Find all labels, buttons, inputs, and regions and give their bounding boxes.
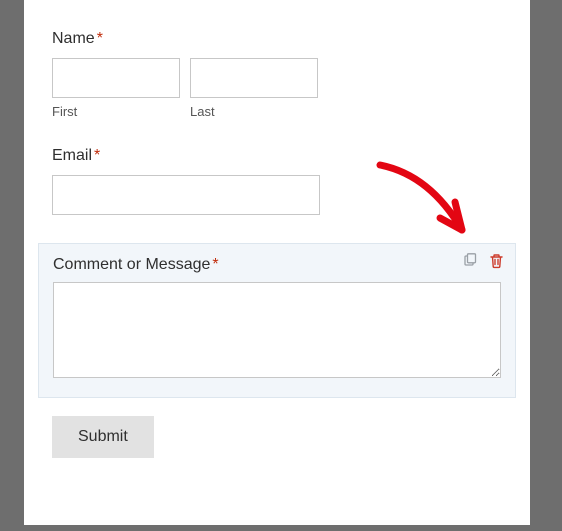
email-field: Email*: [52, 147, 502, 215]
last-sublabel: Last: [190, 104, 318, 119]
first-name-input[interactable]: [52, 58, 180, 98]
first-sublabel: First: [52, 104, 180, 119]
name-field: Name* First Last: [52, 30, 502, 119]
field-actions: [461, 252, 505, 270]
comment-required-mark: *: [212, 256, 218, 273]
name-label-text: Name: [52, 30, 95, 47]
first-name-col: First: [52, 58, 180, 119]
last-name-col: Last: [190, 58, 318, 119]
form-panel: Name* First Last Email*: [24, 0, 530, 525]
email-label: Email*: [52, 147, 502, 165]
email-label-text: Email: [52, 147, 92, 164]
delete-icon[interactable]: [487, 252, 505, 270]
comment-label-text: Comment or Message: [53, 256, 210, 273]
last-name-input[interactable]: [190, 58, 318, 98]
submit-button[interactable]: Submit: [52, 416, 154, 458]
email-required-mark: *: [94, 147, 100, 164]
comment-textarea[interactable]: [53, 282, 501, 378]
name-row: First Last: [52, 58, 502, 119]
comment-label: Comment or Message*: [53, 256, 501, 274]
name-required-mark: *: [97, 30, 103, 47]
comment-field-selected[interactable]: Comment or Message*: [38, 243, 516, 398]
duplicate-icon[interactable]: [461, 252, 479, 270]
email-input[interactable]: [52, 175, 320, 215]
name-label: Name*: [52, 30, 502, 48]
